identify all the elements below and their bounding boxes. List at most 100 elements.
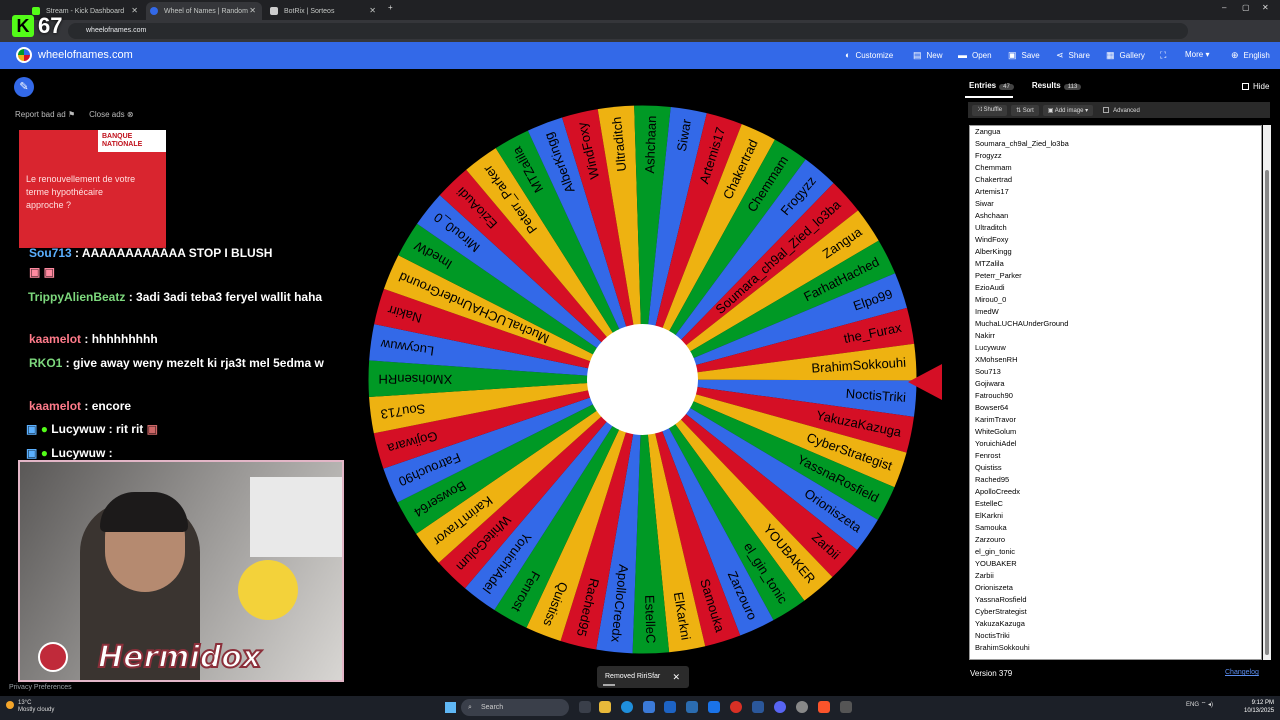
entry-line[interactable]: Siwar bbox=[970, 198, 1261, 210]
entry-line[interactable]: Samouka bbox=[970, 522, 1261, 534]
entry-line[interactable]: YassnaRosfield bbox=[970, 594, 1261, 606]
entry-line[interactable]: YOUBAKER bbox=[970, 558, 1261, 570]
store-icon[interactable] bbox=[643, 701, 655, 713]
minimize-icon[interactable]: – bbox=[1222, 3, 1226, 12]
new-tab-icon[interactable]: + bbox=[388, 3, 393, 12]
ad-banner[interactable]: BANQUE NATIONALE Le renouvellement de vo… bbox=[19, 130, 166, 248]
edge-icon[interactable] bbox=[621, 701, 633, 713]
tab-wheel-of-names[interactable]: Wheel of Names | Random ✕ bbox=[146, 2, 262, 20]
entry-line[interactable]: Quistiss bbox=[970, 462, 1261, 474]
tab-botrix[interactable]: BotRix | Sorteos ✕ bbox=[266, 2, 382, 20]
privacy-link[interactable]: Privacy Preferences bbox=[9, 684, 72, 691]
entry-line[interactable]: KarimTravor bbox=[970, 414, 1261, 426]
entry-line[interactable]: Mirou0_0 bbox=[970, 294, 1261, 306]
file-explorer-icon[interactable] bbox=[599, 701, 611, 713]
entry-line[interactable]: BrahimSokkouhi bbox=[970, 642, 1261, 654]
entry-line[interactable]: NoctisTriki bbox=[970, 630, 1261, 642]
entries-scrollbar[interactable] bbox=[1263, 125, 1271, 660]
entry-line[interactable]: YoruichiAdel bbox=[970, 438, 1261, 450]
report-ad-link[interactable]: Report bad ad ⚑ bbox=[15, 110, 75, 119]
scroll-thumb[interactable] bbox=[1265, 170, 1269, 655]
wheel-center[interactable] bbox=[587, 324, 698, 435]
entry-line[interactable]: EzioAudi bbox=[970, 282, 1261, 294]
clock[interactable]: 9:12 PM 10/13/2025 bbox=[1244, 699, 1274, 715]
entry-line[interactable]: Rached95 bbox=[970, 474, 1261, 486]
close-tab-icon[interactable]: ✕ bbox=[249, 6, 256, 15]
gallery-button[interactable]: ▦ Gallery bbox=[1106, 50, 1145, 61]
app-icon[interactable] bbox=[664, 701, 676, 713]
entry-line[interactable]: AlberKingg bbox=[970, 246, 1261, 258]
add-image-button[interactable]: ▣ Add image ▾ bbox=[1042, 104, 1094, 116]
brand[interactable]: wheelofnames.com bbox=[16, 47, 133, 63]
close-tab-icon[interactable]: ✕ bbox=[131, 6, 138, 15]
more-button[interactable]: More ▾ bbox=[1185, 50, 1209, 59]
entry-line[interactable]: Nakirr bbox=[970, 330, 1261, 342]
tab-entries[interactable]: Entries 47 bbox=[969, 81, 1014, 90]
language-indicator[interactable]: ENG bbox=[1186, 702, 1199, 708]
sort-button[interactable]: ⇅ Sort bbox=[1011, 104, 1039, 116]
close-window-icon[interactable]: ✕ bbox=[1262, 3, 1269, 12]
changelog-link[interactable]: Changelog bbox=[1225, 669, 1259, 676]
entry-line[interactable]: WindFoxy bbox=[970, 234, 1261, 246]
edit-pencil-button[interactable]: ✎ bbox=[14, 77, 34, 97]
entry-line[interactable]: Ashchaan bbox=[970, 210, 1261, 222]
entry-line[interactable]: XMohsenRH bbox=[970, 354, 1261, 366]
entry-line[interactable]: Lucywuw bbox=[970, 342, 1261, 354]
wheel-container[interactable]: NoctisTriki YakuzaKazuga CyberStrategist Ya… bbox=[367, 104, 918, 655]
close-ads-link[interactable]: Close ads ⊗ bbox=[89, 110, 134, 119]
word-icon[interactable] bbox=[752, 701, 764, 713]
entry-line[interactable]: Chemmam bbox=[970, 162, 1261, 174]
chrome-icon[interactable] bbox=[730, 701, 742, 713]
entry-line[interactable]: el_gin_tonic bbox=[970, 546, 1261, 558]
entry-line[interactable]: Frogyzz bbox=[970, 150, 1261, 162]
save-button[interactable]: ▣ Save bbox=[1008, 50, 1040, 61]
entries-textarea[interactable]: Zangua Soumara_ch9al_Zied_lo3ba Frogyzz Che… bbox=[969, 125, 1262, 660]
share-button[interactable]: ⋖ Share bbox=[1056, 50, 1090, 61]
entry-line[interactable]: Bowser64 bbox=[970, 402, 1261, 414]
new-button[interactable]: ▤ New bbox=[913, 50, 943, 61]
task-view-icon[interactable] bbox=[579, 701, 591, 713]
entry-line[interactable]: ElKarkni bbox=[970, 510, 1261, 522]
windows-start-icon[interactable] bbox=[445, 702, 456, 713]
entry-line[interactable]: ImedW bbox=[970, 306, 1261, 318]
hide-checkbox[interactable]: Hide bbox=[1242, 82, 1269, 91]
system-tray[interactable]: ENG ⌔ ◂) bbox=[1186, 700, 1213, 708]
entry-line[interactable]: Zangua bbox=[970, 126, 1261, 138]
entry-line[interactable]: MuchaLUCHAUnderGround bbox=[970, 318, 1261, 330]
shuffle-button[interactable]: ⤨ Shuffle bbox=[972, 104, 1008, 116]
url-field[interactable]: wheelofnames.com bbox=[68, 23, 1188, 39]
entry-line[interactable]: YakuzaKazuga bbox=[970, 618, 1261, 630]
app-icon[interactable] bbox=[840, 701, 852, 713]
entry-line[interactable]: Fatrouch90 bbox=[970, 390, 1261, 402]
entry-line[interactable]: CyberStrategist bbox=[970, 606, 1261, 618]
entry-line[interactable]: Ultraditch bbox=[970, 222, 1261, 234]
settings-icon[interactable] bbox=[796, 701, 808, 713]
open-button[interactable]: ▬ Open bbox=[958, 50, 992, 60]
entry-line[interactable]: ApolloCreedx bbox=[970, 486, 1261, 498]
entry-line[interactable]: Orioniszeta bbox=[970, 582, 1261, 594]
entry-line[interactable]: Sou713 bbox=[970, 366, 1261, 378]
language-button[interactable]: ⊕ English bbox=[1231, 50, 1270, 61]
tab-results[interactable]: Results 113 bbox=[1032, 81, 1082, 90]
entry-line[interactable]: Artemis17 bbox=[970, 186, 1261, 198]
entry-line[interactable]: Chakertrad bbox=[970, 174, 1261, 186]
customize-button[interactable]: ◐ Customize bbox=[845, 50, 893, 60]
close-tab-icon[interactable]: ✕ bbox=[369, 6, 376, 15]
brave-icon[interactable] bbox=[818, 701, 830, 713]
weather-widget[interactable]: 13°C Mostly cloudy bbox=[6, 700, 54, 714]
mail-icon[interactable] bbox=[708, 701, 720, 713]
entry-line[interactable]: Zarbii bbox=[970, 570, 1261, 582]
entry-line[interactable]: Zarzouro bbox=[970, 534, 1261, 546]
advanced-checkbox[interactable]: Advanced bbox=[1103, 106, 1140, 114]
entry-line[interactable]: Soumara_ch9al_Zied_lo3ba bbox=[970, 138, 1261, 150]
entry-line[interactable]: Gojiwara bbox=[970, 378, 1261, 390]
entry-line[interactable]: Fenrost bbox=[970, 450, 1261, 462]
close-toast-icon[interactable]: ✕ bbox=[672, 666, 680, 688]
app-icon[interactable] bbox=[686, 701, 698, 713]
fullscreen-button[interactable]: ⛶ bbox=[1160, 50, 1171, 61]
entry-line[interactable]: Peterr_Parker bbox=[970, 270, 1261, 282]
entry-line[interactable]: MTZalila bbox=[970, 258, 1261, 270]
entry-line[interactable]: EstelleC bbox=[970, 498, 1261, 510]
taskbar-search[interactable]: ⌕ Search bbox=[461, 699, 569, 716]
discord-icon[interactable] bbox=[774, 701, 786, 713]
